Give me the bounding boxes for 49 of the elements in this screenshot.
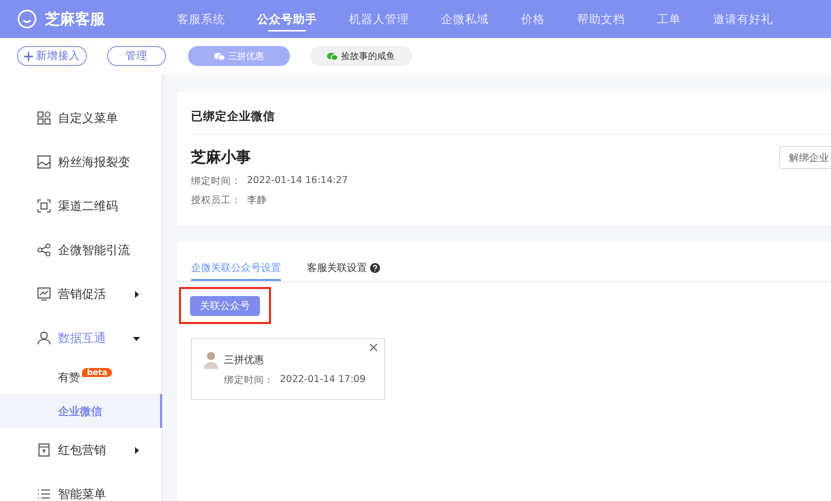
nav-link[interactable]: 邀请有好礼 (697, 0, 789, 38)
settings-tab[interactable]: 企微关联公众号设置 (191, 261, 281, 281)
sidebar-item[interactable]: 智能菜单 (0, 472, 162, 501)
sidebar-item[interactable]: 企微智能引流 (0, 228, 162, 272)
nav-link[interactable]: 机器人管理 (333, 0, 425, 38)
field-value: 李静 (247, 194, 267, 207)
company-name: 芝麻小事 (191, 148, 251, 167)
gift-box-icon (37, 443, 51, 457)
chart-icon (37, 287, 51, 301)
field-value: 2022-01-14 16:14:27 (247, 175, 348, 188)
settings-tab[interactable]: 客服关联设置 (307, 261, 380, 281)
card-title: 已绑定企业微信 (191, 108, 276, 125)
manage-button[interactable]: 管理 (107, 46, 166, 66)
nav-link[interactable]: 价格 (505, 0, 561, 38)
add-button[interactable]: 新增接入 (17, 46, 87, 66)
grid-icon (37, 111, 51, 125)
field-label: 绑定时间： (224, 374, 274, 387)
plus-icon (24, 52, 33, 60)
user-icon (37, 331, 51, 345)
brand-name: 芝麻客服 (45, 10, 105, 28)
link-account-button[interactable]: 关联公众号 (190, 296, 260, 316)
list-icon (37, 487, 51, 501)
avatar-silhouette-icon (204, 351, 218, 369)
sidebar-item[interactable]: 红包营销 (0, 428, 162, 472)
scan-icon (37, 199, 51, 213)
smile-logo-icon (17, 9, 37, 29)
sidebar-item[interactable]: 渠道二维码 (0, 184, 162, 228)
sidebar-subitem[interactable]: 企业微信 (0, 394, 162, 428)
sidebar-subitem[interactable]: 有赞 beta (0, 360, 162, 394)
image-icon (37, 155, 51, 169)
field-value: 2022-01-14 17:09 (280, 374, 366, 387)
account-tab[interactable]: 捡故事的咸鱼 (310, 46, 412, 66)
sidebar-item[interactable]: 营销促活 (0, 272, 162, 316)
chat-bubbles-icon (327, 52, 338, 60)
sidebar-item[interactable]: 数据互通 (0, 316, 162, 360)
field-label: 授权员工： (191, 194, 241, 207)
nav-link[interactable]: 帮助文档 (561, 0, 641, 38)
beta-badge: beta (82, 368, 112, 376)
nav-link[interactable]: 企微私域 (425, 0, 505, 38)
sidebar-item[interactable]: 自定义菜单 (0, 96, 162, 140)
nav-link[interactable]: 工单 (641, 0, 697, 38)
chat-bubbles-icon (214, 52, 225, 60)
nav-link[interactable]: 客服系统 (161, 0, 241, 38)
share-icon (37, 243, 51, 257)
sidebar-item[interactable]: 粉丝海报裂变 (0, 140, 162, 184)
close-icon[interactable] (369, 343, 378, 352)
field-label: 绑定时间： (191, 175, 241, 188)
unbind-button[interactable]: 解绑企业 (779, 146, 831, 169)
account-name: 三拼优惠 (224, 354, 264, 367)
